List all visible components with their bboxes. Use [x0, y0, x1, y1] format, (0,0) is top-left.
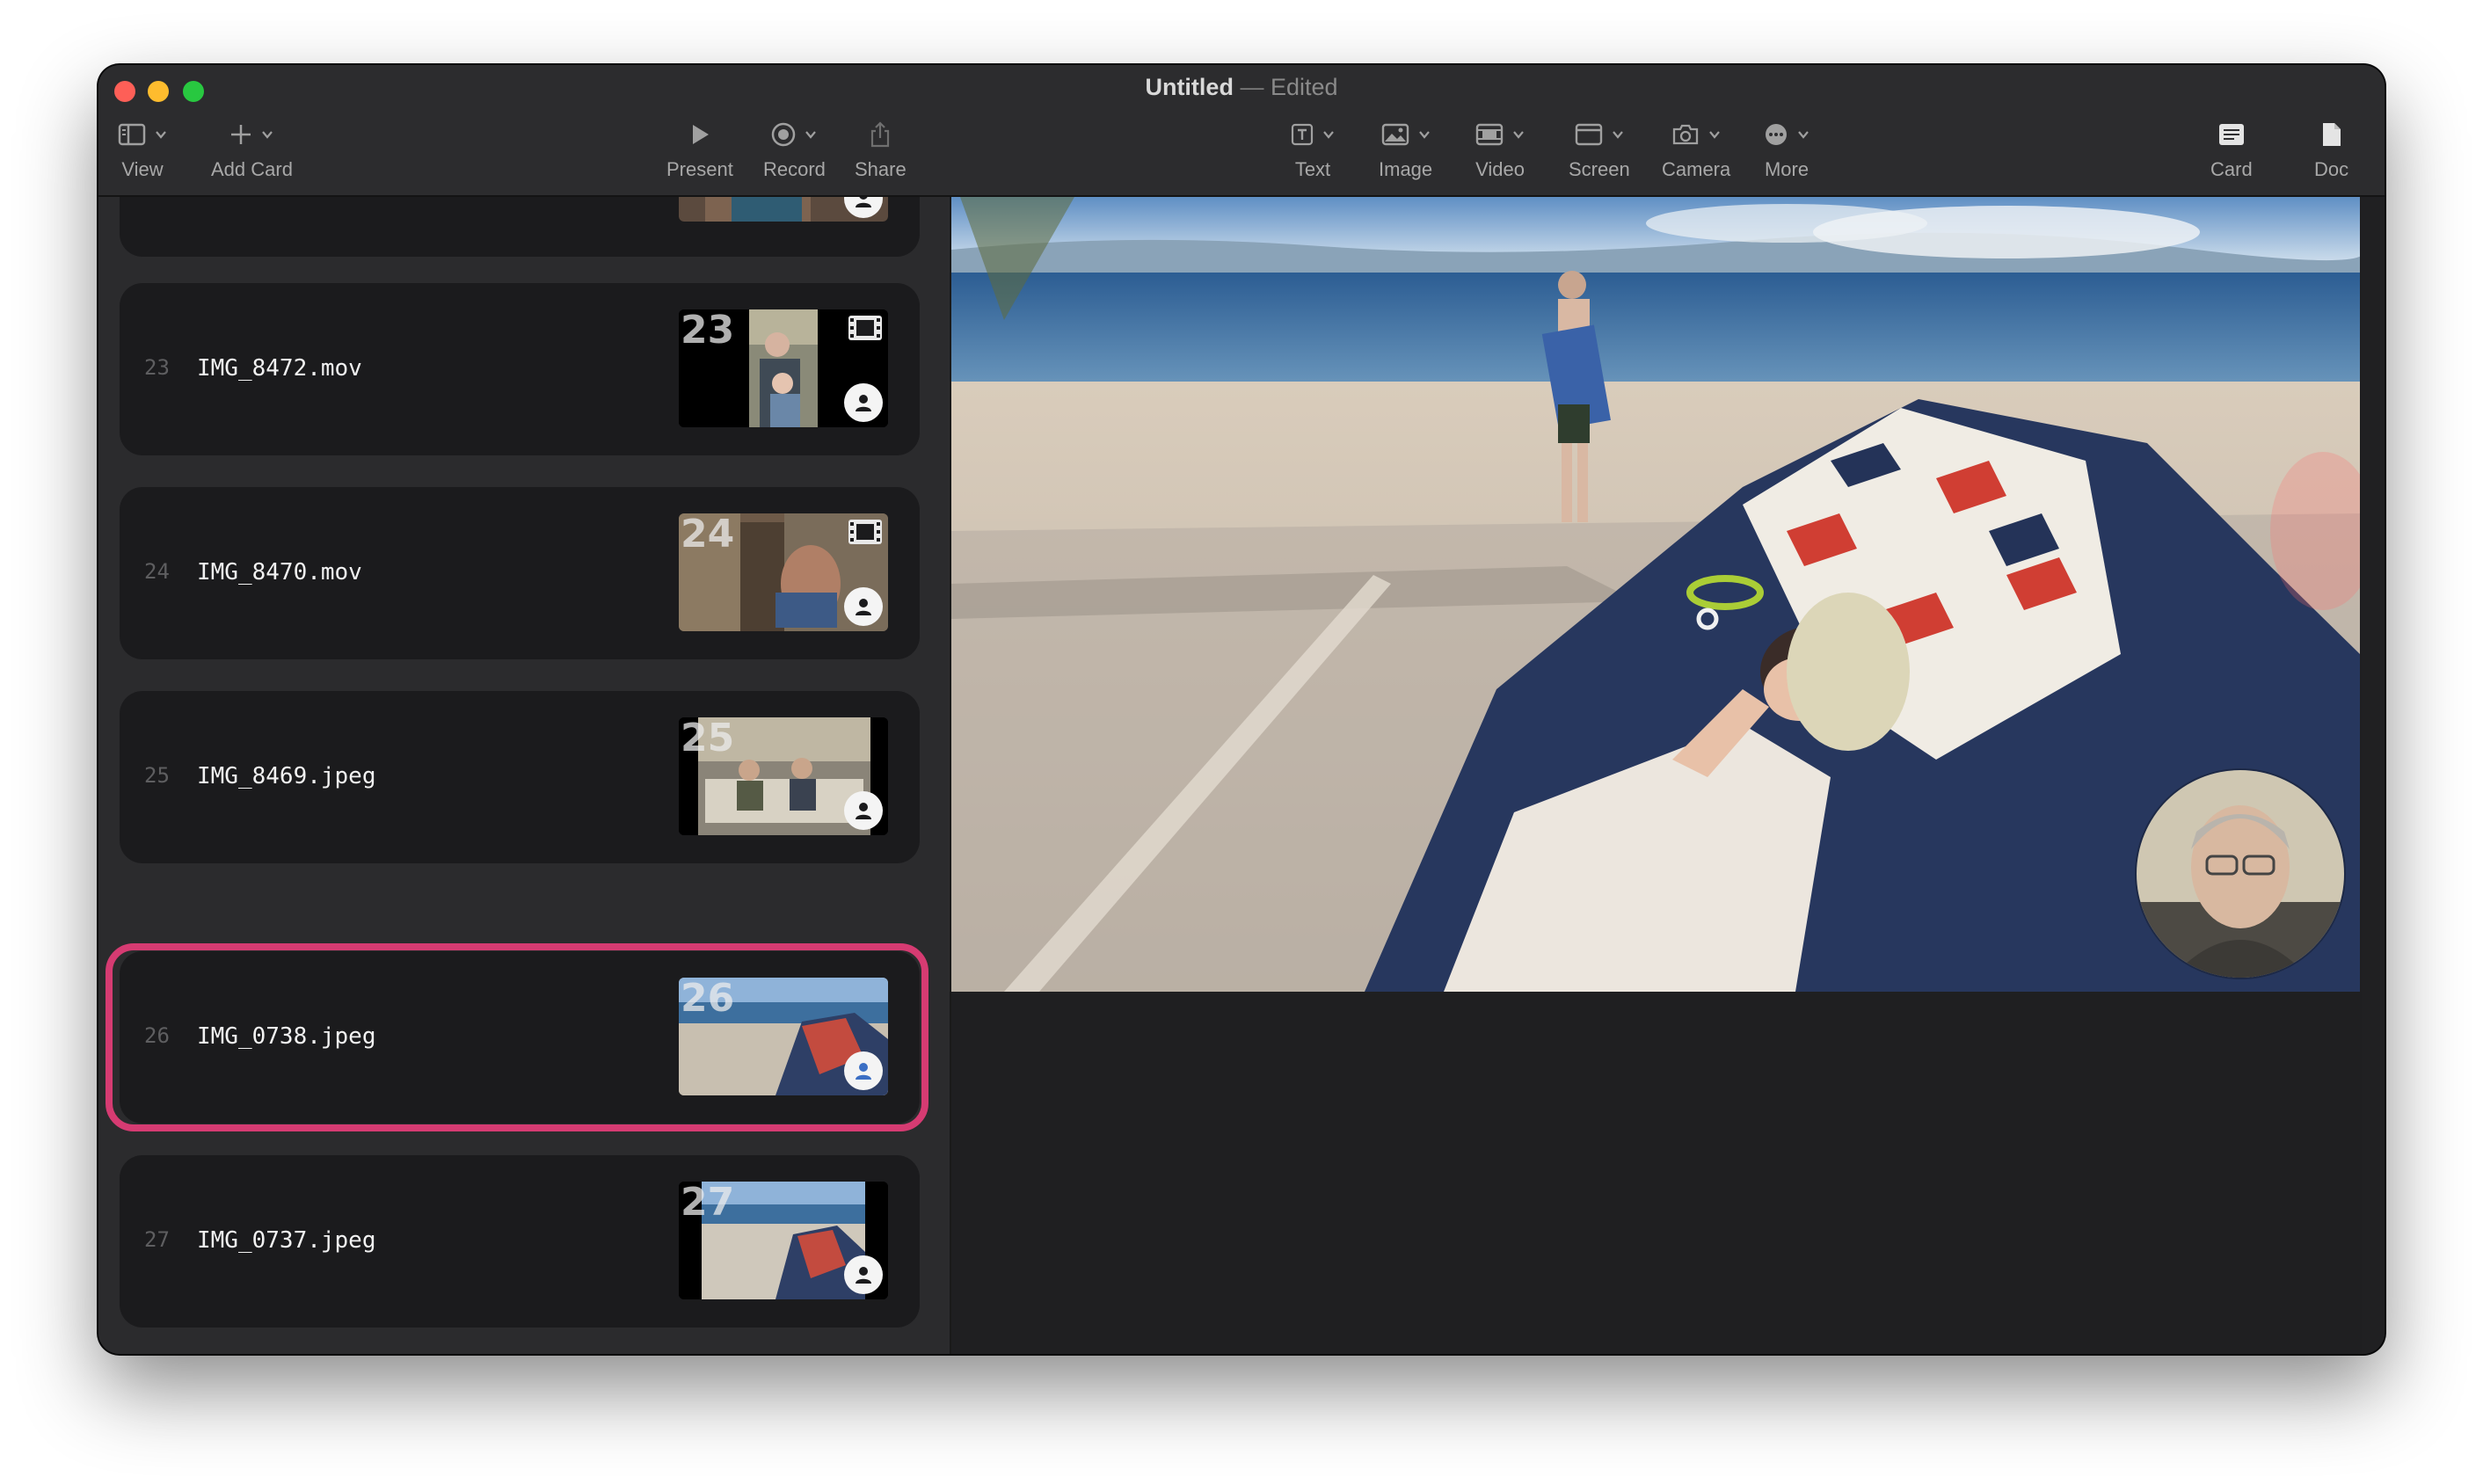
text-label: Text: [1294, 158, 1331, 180]
card-name: IMG_8472.mov: [197, 355, 362, 382]
card-thumbnail: 27: [679, 1182, 888, 1299]
card-item[interactable]: 27 IMG_0737.jpeg 27: [120, 1155, 920, 1328]
chevron-down-icon: [1418, 131, 1430, 139]
chevron-down-icon: [1613, 131, 1623, 139]
card-label: Card: [2210, 158, 2253, 180]
present-button[interactable]: Present: [666, 114, 733, 181]
card-canvas: [951, 197, 2385, 1354]
card-item[interactable]: 25 IMG_8469.jpeg 25: [120, 691, 920, 863]
edit-status: Edited: [1270, 74, 1338, 100]
avatar-icon: [844, 791, 883, 830]
card-inspector-button[interactable]: Card: [2210, 114, 2253, 181]
card-icon: [2218, 124, 2244, 145]
more-icon: [1766, 124, 1787, 145]
record-label: Record: [763, 158, 826, 180]
card-thumbnail: 24: [679, 513, 888, 631]
avatar-icon: [844, 587, 883, 626]
avatar-icon: [844, 1051, 883, 1090]
text-icon: [1291, 123, 1314, 146]
record-icon: [772, 122, 796, 147]
toolbar: Untitled — Edited View Add Card Present …: [98, 65, 2385, 197]
card-media-photo[interactable]: [951, 197, 2360, 992]
card-thumbnail: 26: [679, 978, 888, 1095]
more-button[interactable]: More: [1764, 114, 1809, 181]
card-number: 24: [144, 559, 170, 584]
thumbnail-number: 26: [681, 978, 735, 1021]
sidebar-icon: [118, 123, 146, 146]
screen-label: Screen: [1569, 158, 1630, 180]
card-number: 23: [144, 355, 170, 380]
card-thumbnail: 23: [679, 309, 888, 427]
add-card-label: Add Card: [211, 158, 293, 180]
canvas-scroll-gutter: [2362, 197, 2385, 1354]
share-icon: [871, 121, 890, 148]
card-list-sidebar: 23 IMG_8472.mov 23 24 IMG_8470.mov 24 25…: [98, 197, 951, 1354]
avatar-icon: [844, 1255, 883, 1294]
thumbnail-number: 24: [681, 513, 735, 556]
view-label: View: [121, 158, 164, 180]
presenter-camera-feed: [2137, 770, 2344, 978]
doc-inspector-button[interactable]: Doc: [2314, 114, 2348, 181]
camera-icon: [1672, 124, 1699, 145]
card-item[interactable]: 23 IMG_8472.mov 23: [120, 283, 920, 455]
present-label: Present: [666, 158, 733, 180]
image-label: Image: [1379, 158, 1433, 180]
document-name: Untitled: [1145, 74, 1234, 100]
card-item-partial-top[interactable]: [120, 197, 920, 257]
thumbnail-number: 25: [681, 717, 735, 760]
record-button[interactable]: Record: [763, 114, 826, 181]
film-icon: [848, 520, 882, 544]
video-label: Video: [1475, 158, 1525, 180]
app-window: Untitled — Edited View Add Card Present …: [98, 65, 2385, 1354]
insert-camera-button[interactable]: Camera: [1662, 114, 1730, 181]
chevron-down-icon: [1798, 131, 1809, 139]
share-label: Share: [855, 158, 907, 180]
insert-screen-button[interactable]: Screen: [1569, 114, 1630, 181]
chevron-down-icon: [1323, 131, 1334, 139]
card-item[interactable]: 24 IMG_8470.mov 24: [120, 487, 920, 659]
screen-icon: [1575, 123, 1603, 146]
card-number: 25: [144, 763, 170, 788]
card-number: 26: [144, 1023, 170, 1048]
card-name: IMG_0738.jpeg: [197, 1023, 376, 1050]
share-button[interactable]: Share: [855, 114, 907, 181]
card-name: IMG_0737.jpeg: [197, 1227, 376, 1254]
camera-bubble[interactable]: [2135, 768, 2346, 979]
image-icon: [1381, 123, 1409, 146]
chevron-down-icon: [805, 131, 817, 139]
avatar-icon: [844, 383, 883, 422]
video-icon: [1475, 123, 1504, 146]
chevron-down-icon: [1513, 131, 1524, 139]
card-thumbnail: [679, 197, 888, 222]
play-icon: [692, 125, 709, 144]
doc-label: Doc: [2314, 158, 2349, 180]
card-thumbnail: 25: [679, 717, 888, 835]
card-name: IMG_8470.mov: [197, 559, 362, 586]
camera-label: Camera: [1662, 158, 1731, 180]
chevron-down-icon: [1709, 131, 1720, 139]
thumbnail-number: 23: [681, 309, 735, 353]
card-name: IMG_8469.jpeg: [197, 763, 376, 789]
more-label: More: [1764, 158, 1809, 180]
card-number: 27: [144, 1227, 170, 1252]
insert-video-button[interactable]: Video: [1475, 114, 1525, 181]
card-item-selected[interactable]: 26 IMG_0738.jpeg 26: [120, 951, 920, 1124]
add-card-button[interactable]: Add Card: [211, 114, 293, 181]
chevron-down-icon: [262, 131, 273, 139]
title-separator: —: [1240, 74, 1264, 100]
doc-icon: [2322, 123, 2341, 146]
insert-image-button[interactable]: Image: [1379, 114, 1432, 181]
chevron-down-icon: [156, 131, 166, 139]
plus-icon: [231, 125, 251, 144]
insert-text-button[interactable]: Text: [1291, 114, 1335, 181]
window-title: Untitled — Edited: [98, 74, 2385, 101]
view-button[interactable]: View: [118, 114, 167, 181]
film-icon: [848, 316, 882, 340]
thumbnail-number: 27: [681, 1182, 735, 1225]
